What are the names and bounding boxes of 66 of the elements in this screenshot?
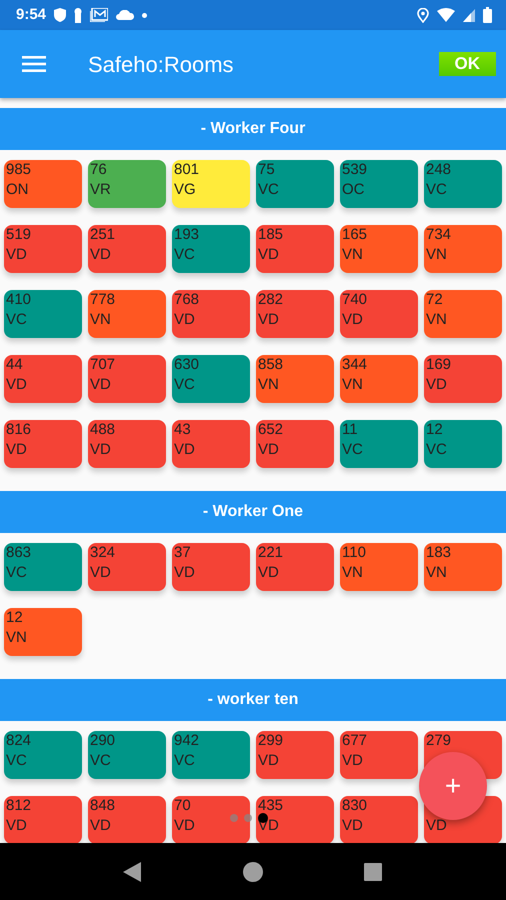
room-tile[interactable]: 707 VD (88, 355, 166, 403)
room-tile[interactable]: 848 VD (88, 796, 166, 843)
room-tile[interactable]: 858 VN (256, 355, 334, 403)
room-tile[interactable]: 830 VD (340, 796, 418, 843)
room-tile[interactable]: 539 OC (340, 160, 418, 208)
clock: 9:54 (16, 4, 46, 25)
section-header: - worker ten (0, 679, 506, 721)
menu-icon[interactable] (22, 55, 46, 73)
room-tile[interactable]: 37 VD (172, 543, 250, 591)
room-tile[interactable]: 165 VN (340, 225, 418, 273)
room-tile[interactable]: 183 VN (424, 543, 502, 591)
room-tile[interactable]: 652 VD (256, 420, 334, 468)
room-tile[interactable]: 70 VD (172, 796, 250, 843)
room-tile[interactable]: 768 VD (172, 290, 250, 338)
room-tile[interactable]: 221 VD (256, 543, 334, 591)
room-tile[interactable]: 248 VC (424, 160, 502, 208)
back-icon[interactable] (123, 862, 143, 882)
room-tile[interactable]: 816 VD (4, 420, 82, 468)
room-tile[interactable]: 824 VC (4, 731, 82, 779)
app-title: Safeho:Rooms (88, 50, 234, 78)
room-tile[interactable]: 985 ON (4, 160, 82, 208)
wifi-icon (437, 8, 455, 22)
room-tile[interactable]: 75 VC (256, 160, 334, 208)
room-tile[interactable]: 11 VC (340, 420, 418, 468)
room-tile[interactable]: 44 VD (4, 355, 82, 403)
keyhole-icon (74, 8, 82, 22)
dot-icon (142, 12, 148, 18)
room-tile[interactable]: 630 VC (172, 355, 250, 403)
room-tile[interactable]: 778 VN (88, 290, 166, 338)
room-tile[interactable]: 344 VN (340, 355, 418, 403)
room-tile[interactable]: 193 VC (172, 225, 250, 273)
room-tile[interactable]: 282 VD (256, 290, 334, 338)
room-tile[interactable]: 863 VC (4, 543, 82, 591)
room-tile[interactable]: 801 VG (172, 160, 250, 208)
room-tile[interactable]: 110 VN (340, 543, 418, 591)
room-tile[interactable]: 734 VN (424, 225, 502, 273)
room-tile[interactable]: 942 VC (172, 731, 250, 779)
battery-icon (483, 7, 492, 23)
room-tile[interactable]: 12 VN (4, 608, 82, 656)
room-tile[interactable]: 185 VD (256, 225, 334, 273)
shield-icon (54, 8, 66, 22)
room-tile[interactable]: 299 VD (256, 731, 334, 779)
room-tile[interactable]: 72 VN (424, 290, 502, 338)
room-tile[interactable]: 488 VD (88, 420, 166, 468)
room-tile[interactable]: 677 VD (340, 731, 418, 779)
room-tile[interactable]: 12 VC (424, 420, 502, 468)
cloud-icon (116, 10, 134, 20)
room-tile[interactable]: 519 VD (4, 225, 82, 273)
room-tile[interactable]: 251 VD (88, 225, 166, 273)
room-tile[interactable]: 435 VD (256, 796, 334, 843)
room-tile[interactable]: 740 VD (340, 290, 418, 338)
signal-icon (463, 8, 475, 22)
page-dot[interactable] (244, 814, 252, 822)
room-tile[interactable]: 324 VD (88, 543, 166, 591)
room-tile[interactable]: 290 VC (88, 731, 166, 779)
location-icon (417, 8, 429, 22)
section-header: - Worker Four (0, 108, 506, 150)
room-tile[interactable]: 43 VD (172, 420, 250, 468)
room-tile[interactable]: 76 VR (88, 160, 166, 208)
mail-icon (90, 8, 108, 22)
section-header: - Worker One (0, 491, 506, 533)
room-tile[interactable]: 169 VD (424, 355, 502, 403)
home-icon[interactable] (243, 862, 263, 882)
room-tile[interactable]: 410 VC (4, 290, 82, 338)
room-tile[interactable]: 812 VD (4, 796, 82, 843)
recents-icon[interactable] (363, 862, 383, 882)
